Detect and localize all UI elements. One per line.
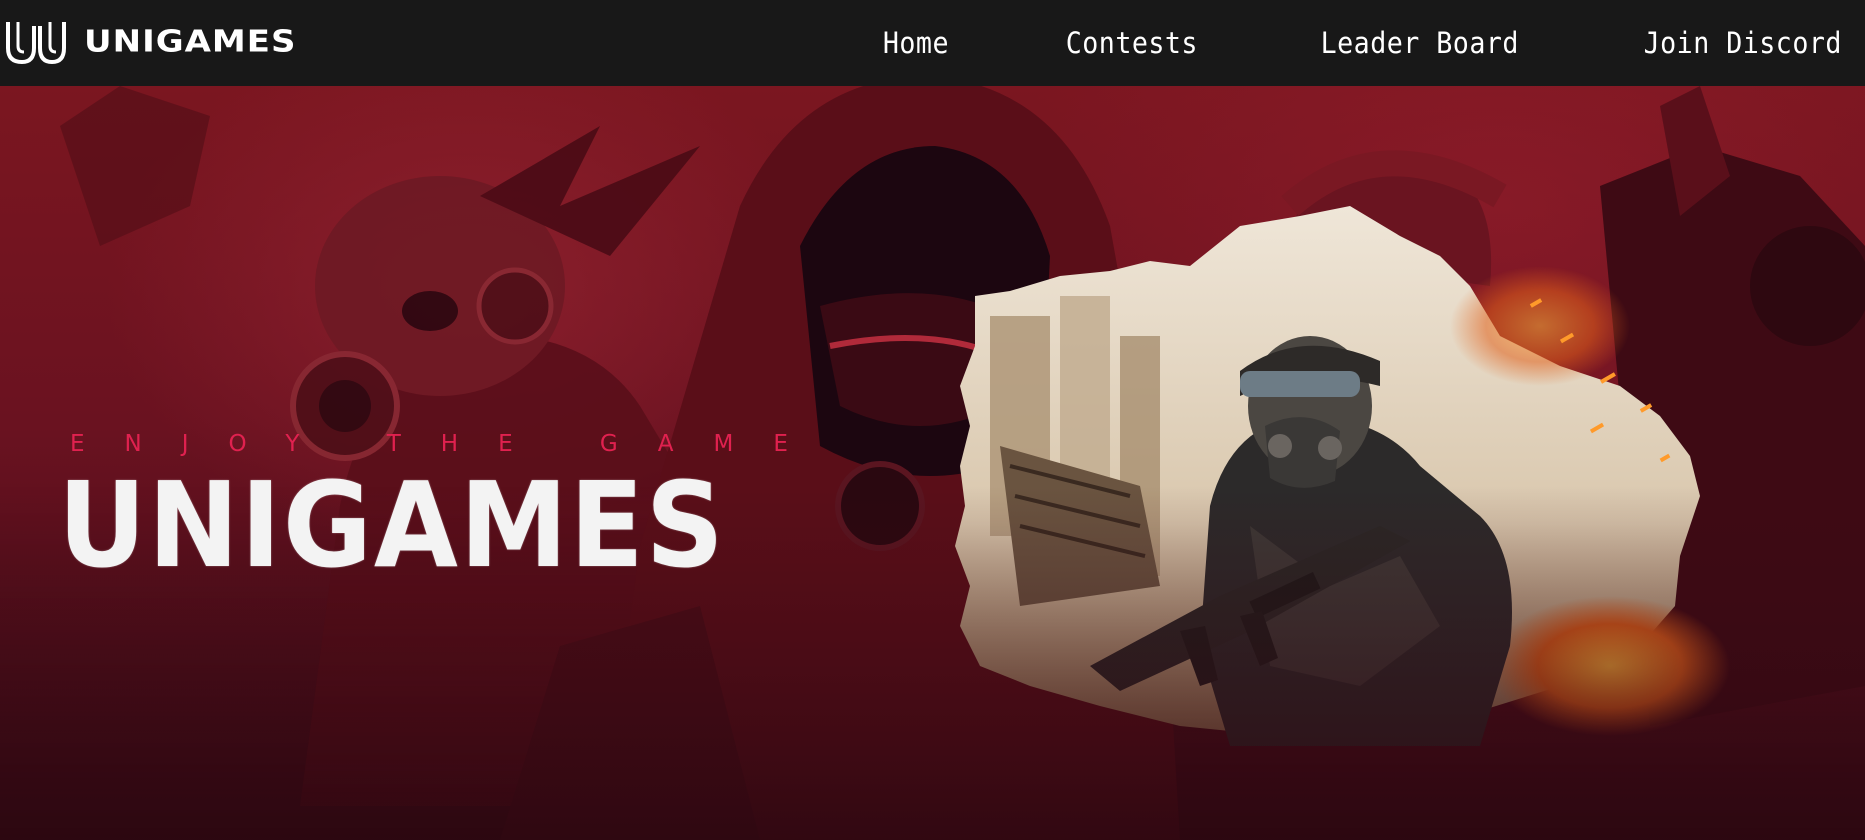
hero-title: UNIGAMES [58,456,726,594]
uu-logo-icon [6,22,66,65]
nav-home-link[interactable]: Home [883,26,949,60]
brand-logo-link[interactable]: UNIGAMES [4,12,296,72]
main-nav: Home Contests Leader Board Join Discord [880,0,1851,86]
hero-tagline: ENJOY THE GAME [70,431,828,457]
nav-join-discord-link[interactable]: Join Discord [1644,26,1842,60]
nav-contests-link[interactable]: Contests [1066,26,1198,60]
hero-banner: ENJOY THE GAME UNIGAMES [0,86,1865,840]
top-navbar: UNIGAMES Home Contests Leader Board Join… [0,0,1865,86]
brand-name: UNIGAMES [84,24,297,60]
nav-leaderboard-link[interactable]: Leader Board [1321,26,1519,60]
